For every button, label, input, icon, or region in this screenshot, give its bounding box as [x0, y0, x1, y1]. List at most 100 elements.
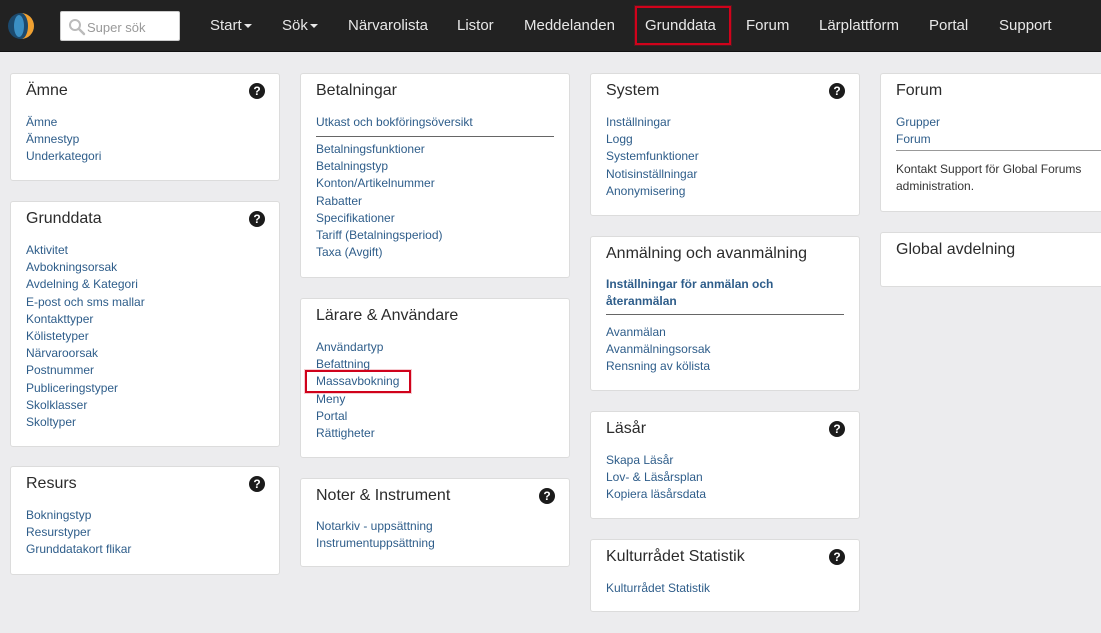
- link-kulturradet-statistik[interactable]: Kulturrådet Statistik: [606, 580, 710, 597]
- search-icon: [69, 19, 86, 36]
- link-tariff[interactable]: Tariff (Betalningsperiod): [316, 227, 443, 244]
- panel-amne: Ämne ? Ämne Ämnestyp Underkategori: [10, 73, 280, 181]
- link-bokningstyp[interactable]: Bokningstyp: [26, 507, 131, 524]
- link-skoltyper[interactable]: Skoltyper: [26, 414, 145, 431]
- panel-resurs: Resurs ? Bokningstyp Resurstyper Grundda…: [10, 466, 280, 575]
- panel-title: Global avdelning: [896, 241, 1016, 258]
- link-narvaroorsak[interactable]: Närvaroorsak: [26, 345, 145, 362]
- link-systemfunktioner[interactable]: Systemfunktioner: [606, 148, 699, 165]
- nav-start-label: Start: [210, 17, 242, 34]
- link-logg[interactable]: Logg: [606, 131, 699, 148]
- link-skolklasser[interactable]: Skolklasser: [26, 397, 145, 414]
- link-kopiera-lasarsdata[interactable]: Kopiera läsårsdata: [606, 486, 706, 503]
- panel-title: Resurs: [26, 475, 77, 492]
- link-konton-artikelnummer[interactable]: Konton/Artikelnummer: [316, 175, 443, 192]
- divider: [896, 150, 1101, 151]
- link-underkategori[interactable]: Underkategori: [26, 148, 101, 165]
- link-resurstyper[interactable]: Resurstyper: [26, 524, 131, 541]
- link-avdelning-kategori[interactable]: Avdelning & Kategori: [26, 276, 145, 293]
- link-anvandartyp[interactable]: Användartyp: [316, 339, 399, 356]
- link-taxa[interactable]: Taxa (Avgift): [316, 244, 443, 261]
- panel-title: Lärare & Användare: [316, 307, 459, 324]
- panel-betalningar: Betalningar Utkast och bokföringsöversik…: [300, 73, 570, 278]
- link-betalningsfunktioner[interactable]: Betalningsfunktioner: [316, 141, 443, 158]
- panel-global-avdelning: Global avdelning: [880, 232, 1101, 287]
- nav-start[interactable]: Start: [210, 0, 252, 52]
- link-instrumentuppsattning[interactable]: Instrumentuppsättning: [316, 535, 435, 552]
- link-meny[interactable]: Meny: [316, 391, 399, 408]
- nav-sok-label: Sök: [282, 17, 308, 34]
- link-aktivitet[interactable]: Aktivitet: [26, 242, 145, 259]
- panel-title: Anmälning och avanmälning: [606, 245, 808, 262]
- link-skapa-lasar[interactable]: Skapa Läsår: [606, 452, 706, 469]
- panel-title: Läsår: [606, 420, 647, 437]
- link-installningar[interactable]: Inställningar: [606, 114, 699, 131]
- link-portal[interactable]: Portal: [316, 408, 399, 425]
- link-notisinstallningar[interactable]: Notisinställningar: [606, 166, 699, 183]
- nav-forum[interactable]: Forum: [746, 0, 789, 52]
- help-icon[interactable]: ?: [249, 476, 265, 492]
- divider: [606, 314, 844, 315]
- nav-listor[interactable]: Listor: [457, 0, 494, 52]
- nav-narvarolista[interactable]: Närvarolista: [348, 0, 428, 52]
- link-rensning-kolista[interactable]: Rensning av kölista: [606, 358, 711, 375]
- link-lov-lasarsplan[interactable]: Lov- & Läsårsplan: [606, 469, 706, 486]
- panel-title: Noter & Instrument: [316, 487, 451, 504]
- super-search-input[interactable]: [87, 17, 177, 37]
- help-icon[interactable]: ?: [539, 488, 555, 504]
- link-avbokningsorsak[interactable]: Avbokningsorsak: [26, 259, 145, 276]
- nav-grunddata-highlight: [635, 6, 731, 45]
- link-postnummer[interactable]: Postnummer: [26, 362, 145, 379]
- link-avanmalningsorsak[interactable]: Avanmälningsorsak: [606, 341, 711, 358]
- link-avanmalan[interactable]: Avanmälan: [606, 324, 711, 341]
- panel-grunddata: Grunddata ? Aktivitet Avbokningsorsak Av…: [10, 201, 280, 447]
- caret-down-icon: [309, 24, 318, 29]
- nav-support[interactable]: Support: [999, 0, 1052, 52]
- link-installningar-anmalan[interactable]: Inställningar för anmälan och återanmäla…: [606, 276, 806, 310]
- nav-sok[interactable]: Sök: [282, 0, 318, 52]
- link-forum[interactable]: Forum: [896, 131, 940, 148]
- panel-lasar: Läsår ? Skapa Läsår Lov- & Läsårsplan Ko…: [590, 411, 860, 519]
- link-betalningstyp[interactable]: Betalningstyp: [316, 158, 443, 175]
- super-search-box[interactable]: [60, 11, 180, 41]
- divider: [316, 136, 554, 137]
- help-icon[interactable]: ?: [829, 421, 845, 437]
- panel-forum: Forum Grupper Forum Kontakt Support för …: [880, 73, 1101, 212]
- link-kolistetyper[interactable]: Kölistetyper: [26, 328, 145, 345]
- link-grunddatakort-flikar[interactable]: Grunddatakort flikar: [26, 541, 131, 558]
- nav-meddelanden[interactable]: Meddelanden: [524, 0, 615, 52]
- nav-larplattform[interactable]: Lärplattform: [819, 0, 899, 52]
- panel-title: Forum: [896, 82, 943, 99]
- panel-kulturradet: Kulturrådet Statistik ? Kulturrådet Stat…: [590, 539, 860, 612]
- link-epost-sms-mallar[interactable]: E-post och sms mallar: [26, 294, 145, 311]
- help-icon[interactable]: ?: [829, 83, 845, 99]
- link-rattigheter[interactable]: Rättigheter: [316, 425, 399, 442]
- link-amnestyp[interactable]: Ämnestyp: [26, 131, 101, 148]
- link-rabatter[interactable]: Rabatter: [316, 193, 443, 210]
- panel-larare-anvandare: Lärare & Användare Användartyp Befattnin…: [300, 298, 570, 458]
- link-utkast-bokforing[interactable]: Utkast och bokföringsöversikt: [316, 114, 473, 131]
- link-amne[interactable]: Ämne: [26, 114, 101, 131]
- panel-noter-instrument: Noter & Instrument ? Notarkiv - uppsättn…: [300, 478, 570, 567]
- link-anonymisering[interactable]: Anonymisering: [606, 183, 699, 200]
- panel-anmalning: Anmälning och avanmälning Inställningar …: [590, 236, 860, 391]
- top-navbar: Start Sök Närvarolista Listor Meddelande…: [0, 0, 1101, 52]
- link-specifikationer[interactable]: Specifikationer: [316, 210, 443, 227]
- link-notarkiv[interactable]: Notarkiv - uppsättning: [316, 518, 435, 535]
- app-logo-icon[interactable]: [6, 11, 36, 41]
- panel-system: System ? Inställningar Logg Systemfunkti…: [590, 73, 860, 216]
- link-grupper[interactable]: Grupper: [896, 114, 940, 131]
- panel-title: System: [606, 82, 660, 99]
- help-icon[interactable]: ?: [249, 211, 265, 227]
- link-kontakttyper[interactable]: Kontakttyper: [26, 311, 145, 328]
- nav-portal[interactable]: Portal: [929, 0, 968, 52]
- panel-title: Betalningar: [316, 82, 397, 99]
- help-icon[interactable]: ?: [249, 83, 265, 99]
- panel-title: Grunddata: [26, 210, 102, 227]
- caret-down-icon: [243, 24, 252, 29]
- forum-support-note: Kontakt Support för Global Forums admini…: [896, 162, 1082, 193]
- panel-title: Ämne: [26, 82, 68, 99]
- massavbokning-highlight: [305, 370, 411, 393]
- link-publiceringstyper[interactable]: Publiceringstyper: [26, 380, 145, 397]
- help-icon[interactable]: ?: [829, 549, 845, 565]
